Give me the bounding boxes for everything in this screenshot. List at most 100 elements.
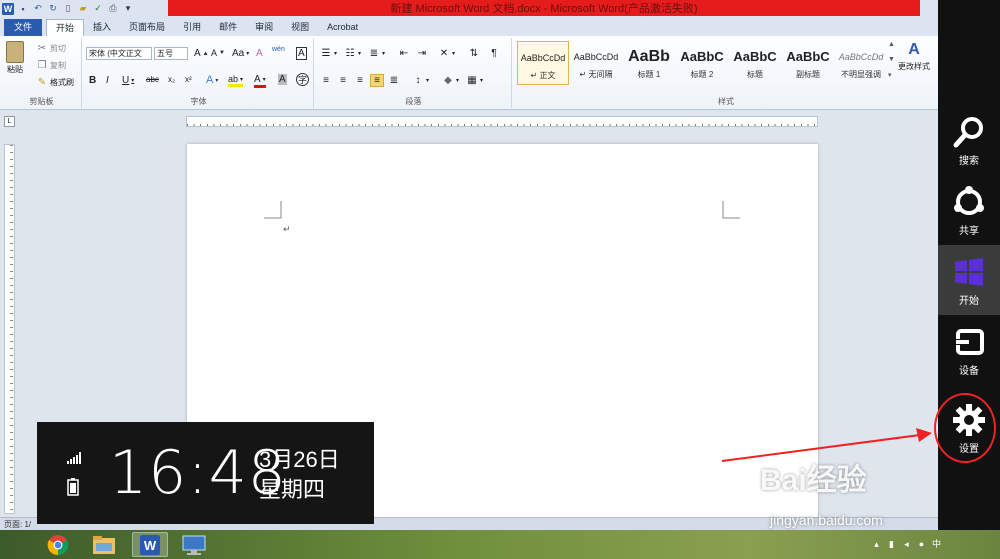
distributed-button[interactable]: ≣: [388, 75, 400, 86]
tab-references[interactable]: 引用: [174, 19, 210, 36]
italic-label: I: [106, 75, 109, 86]
tab-file[interactable]: 文件: [4, 19, 43, 36]
char-shading-button[interactable]: A: [278, 74, 287, 85]
bullets-button[interactable]: ☰ ▾: [320, 48, 338, 59]
styles-group: AaBbCcDd ↵ 正文 AaBbCcDd ↵ 无间隔 AaBb 标题 1 A…: [514, 38, 938, 108]
customize-icon[interactable]: ▾: [122, 3, 134, 15]
underline-button[interactable]: U ▾: [122, 75, 134, 86]
tab-acrobat[interactable]: Acrobat: [318, 19, 367, 36]
change-case-button[interactable]: Aa ▾: [232, 48, 249, 59]
style-title[interactable]: AaBbC 标题: [729, 41, 781, 85]
style-more-button[interactable]: ▾: [888, 71, 892, 79]
redo-icon[interactable]: ↻: [47, 3, 59, 15]
multilevel-list-button[interactable]: ≣ ▾: [368, 48, 385, 59]
word-icon[interactable]: W: [2, 2, 14, 15]
spell-check-icon[interactable]: ✓: [92, 3, 104, 15]
tray-ime-icon[interactable]: 中: [931, 539, 942, 550]
italic-button[interactable]: I: [106, 75, 109, 86]
tray-network-icon[interactable]: ▮: [886, 539, 897, 550]
font-color-button[interactable]: A ▾: [254, 74, 266, 88]
style-scroll-up-button[interactable]: ▲: [888, 41, 895, 48]
text-effects-button[interactable]: A ▾: [206, 74, 218, 86]
align-left-button[interactable]: ≡: [320, 75, 332, 86]
tab-home[interactable]: 开始: [46, 19, 85, 36]
taskbar: W ▴ ▮ ◂ ● 中: [0, 530, 1000, 559]
strikethrough-button[interactable]: abc: [146, 75, 159, 84]
tab-insert[interactable]: 插入: [84, 19, 120, 36]
ruler-ticks: [5, 145, 14, 513]
paste-button[interactable]: 粘贴: [6, 41, 24, 75]
change-styles-icon: A: [908, 41, 920, 58]
save-icon[interactable]: ▪: [17, 3, 29, 15]
line-spacing-button[interactable]: ↕ ▾: [412, 75, 430, 86]
char-border-button[interactable]: A: [296, 47, 307, 60]
numbering-button[interactable]: ☷ ▾: [344, 48, 362, 59]
align-center-button[interactable]: ≡: [337, 75, 349, 86]
format-painter-label: 格式刷: [50, 78, 74, 87]
font-name-select[interactable]: 宋体 (中文正文: [86, 47, 152, 60]
charm-start[interactable]: 开始: [938, 245, 1000, 315]
grow-font-button[interactable]: A ▲: [194, 48, 209, 59]
page-count[interactable]: 页面: 1/: [4, 519, 31, 530]
clipboard-group-label: 剪贴板: [29, 97, 54, 106]
print-preview-icon[interactable]: ⎙: [107, 3, 119, 15]
subscript-label: x₂: [168, 75, 176, 84]
undo-icon[interactable]: ↶: [32, 3, 44, 15]
chinese-layout-button[interactable]: ✕ ▾: [438, 48, 455, 59]
tab-selector[interactable]: L: [4, 116, 15, 127]
justify-button[interactable]: ≡: [370, 74, 384, 87]
chrome-icon[interactable]: [40, 532, 76, 557]
align-right-button[interactable]: ≡: [354, 75, 366, 86]
charm-devices[interactable]: 设备: [938, 315, 1000, 385]
format-painter-button[interactable]: ✎ 格式刷: [36, 77, 74, 88]
open-icon[interactable]: ▰: [77, 3, 89, 15]
style-heading-2[interactable]: AaBbC 标题 2: [676, 41, 728, 85]
charm-search[interactable]: 搜索: [938, 105, 1000, 175]
shrink-font-button[interactable]: A ▼: [211, 48, 225, 58]
shading-button[interactable]: ◆ ▾: [442, 75, 459, 86]
superscript-button[interactable]: x²: [185, 75, 192, 84]
word-icon[interactable]: W: [132, 532, 168, 557]
style-normal[interactable]: AaBbCcDd ↵ 正文: [517, 41, 569, 85]
align-right-icon: ≡: [357, 75, 363, 86]
style-no-spacing[interactable]: AaBbCcDd ↵ 无间隔: [570, 41, 622, 85]
font-size-select[interactable]: 五号: [154, 47, 188, 60]
style-subtle-emphasis[interactable]: AaBbCcDd 不明显强调: [835, 41, 887, 85]
increase-indent-button[interactable]: ⇥: [416, 48, 428, 59]
horizontal-ruler[interactable]: [186, 116, 818, 127]
enclose-char-button[interactable]: 字: [296, 73, 309, 86]
charm-share[interactable]: 共享: [938, 175, 1000, 245]
show-marks-button[interactable]: ¶: [488, 48, 500, 59]
phonetic-button[interactable]: wén: [272, 46, 285, 53]
tab-mailings[interactable]: 邮件: [210, 19, 246, 36]
style-subtitle[interactable]: AaBbC 副标题: [782, 41, 834, 85]
align-left-icon: ≡: [323, 75, 329, 86]
subscript-button[interactable]: x₂: [168, 75, 175, 84]
decrease-indent-button[interactable]: ⇤: [398, 48, 410, 59]
style-heading-1[interactable]: AaBb 标题 1: [623, 41, 675, 85]
highlight-button[interactable]: ab ▾: [228, 74, 244, 87]
copy-button[interactable]: ❐ 复制: [36, 60, 66, 71]
cut-button[interactable]: ✂ 剪切: [36, 43, 66, 54]
vertical-ruler[interactable]: [4, 144, 15, 514]
charm-settings[interactable]: 设置: [938, 393, 1000, 463]
tray-arrow-icon[interactable]: ▴: [871, 539, 882, 550]
sort-button[interactable]: ⇅: [468, 48, 480, 59]
tab-page-layout[interactable]: 页面布局: [120, 19, 174, 36]
style-sample: AaBbC: [680, 49, 724, 64]
style-scroll-down-button[interactable]: ▼: [888, 56, 895, 63]
bold-button[interactable]: B: [89, 75, 96, 86]
charms-bar: 搜索 共享 开始 设备 设置: [938, 0, 1000, 530]
file-explorer-icon[interactable]: [86, 532, 122, 557]
tray-qq-icon[interactable]: ●: [916, 539, 927, 550]
clear-format-button[interactable]: A: [256, 48, 263, 59]
tray-volume-icon[interactable]: ◂: [901, 539, 912, 550]
paste-label: 粘贴: [7, 65, 23, 74]
borders-button[interactable]: ▦ ▾: [466, 75, 483, 86]
cut-label: 剪切: [50, 44, 66, 53]
tab-review[interactable]: 审阅: [246, 19, 282, 36]
tab-view[interactable]: 视图: [282, 19, 318, 36]
new-icon[interactable]: ▯: [62, 3, 74, 15]
change-styles-button[interactable]: A 更改样式: [898, 41, 930, 72]
remote-desktop-icon[interactable]: [176, 532, 212, 557]
